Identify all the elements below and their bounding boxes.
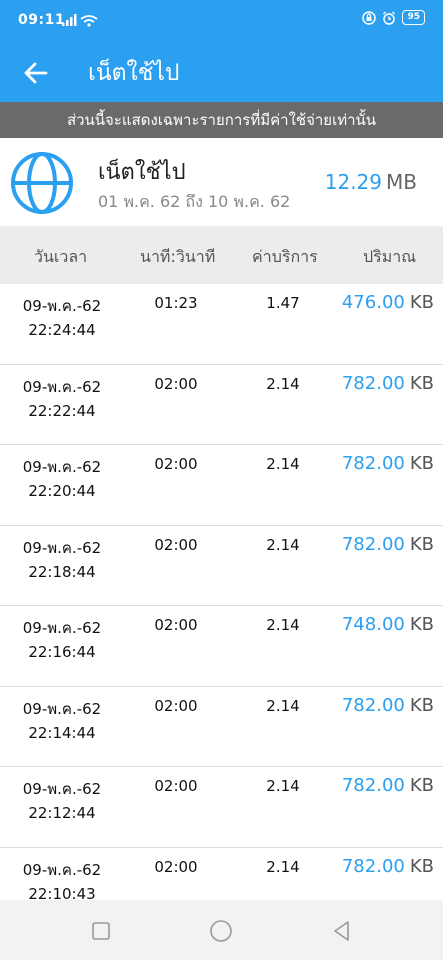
- row-duration: 02:00: [154, 857, 198, 876]
- row-datetime: 09-พ.ค.-62 22:20:44: [0, 455, 124, 503]
- table-row: 09-พ.ค.-62 22:20:44 02:00 2.14 782.00 KB: [0, 445, 443, 526]
- row-fee: 2.14: [266, 696, 300, 715]
- header-duration: นาที:วินาที: [140, 247, 216, 266]
- row-duration: 02:00: [154, 374, 198, 393]
- row-fee: 2.14: [266, 616, 300, 634]
- page-title: เน็ตใช้ไป: [88, 60, 180, 86]
- row-duration: 02:00: [154, 616, 198, 634]
- row-time: 22:22:44: [28, 401, 96, 420]
- signal-icon: [62, 14, 98, 27]
- usage-list[interactable]: 09-พ.ค.-62 22:24:44 01:23 1.47 476.00 KB 0…: [0, 284, 443, 900]
- row-amount: 748.00 KB: [342, 614, 434, 635]
- recent-apps-icon[interactable]: [88, 918, 114, 944]
- row-datetime: 09-พ.ค.-62 22:16:44: [0, 616, 124, 664]
- row-amount-unit: KB: [409, 614, 434, 635]
- summary-total-value: 12.29: [324, 170, 383, 194]
- row-date: 09-พ.ค.-62: [22, 297, 102, 315]
- status-bar: 09:11 95: [0, 0, 443, 44]
- row-time: 22:18:44: [28, 562, 96, 581]
- row-amount: 782.00 KB: [342, 856, 434, 877]
- table-row: 09-พ.ค.-62 22:18:44 02:00 2.14 782.00 KB: [0, 525, 443, 606]
- row-duration: 02:00: [154, 535, 198, 554]
- row-amount: 782.00 KB: [342, 695, 434, 716]
- row-amount-value: 782.00: [341, 775, 405, 796]
- header-amount: ปริมาณ: [363, 247, 417, 266]
- row-fee: 1.47: [266, 294, 300, 312]
- row-amount: 782.00 KB: [342, 373, 434, 394]
- row-time: 22:24:44: [28, 321, 96, 339]
- row-amount-value: 782.00: [341, 855, 405, 877]
- row-amount-unit: KB: [409, 292, 434, 313]
- table-row: 09-พ.ค.-62 22:10:43 02:00 2.14 782.00 KB: [0, 847, 443, 901]
- lock-icon: [362, 10, 377, 25]
- row-amount-unit: KB: [409, 694, 434, 716]
- row-datetime: 09-พ.ค.-62 22:22:44: [0, 375, 124, 423]
- row-duration: 01:23: [154, 294, 198, 312]
- row-time: 22:14:44: [28, 723, 96, 742]
- row-duration: 02:00: [154, 696, 198, 715]
- notice-banner: ส่วนนี้จะแสดงเฉพาะรายการที่มีค่าใช้จ่ายเ…: [0, 102, 443, 138]
- header-datetime: วันเวลา: [34, 247, 88, 266]
- row-date: 09-พ.ค.-62: [22, 619, 102, 637]
- table-row: 09-พ.ค.-62 22:12:44 02:00 2.14 782.00 KB: [0, 767, 443, 848]
- table-row: 09-พ.ค.-62 22:24:44 01:23 1.47 476.00 KB: [0, 284, 443, 365]
- row-duration: 02:00: [154, 455, 198, 473]
- row-fee: 2.14: [266, 535, 300, 554]
- row-datetime: 09-พ.ค.-62 22:10:43: [0, 858, 124, 901]
- row-fee: 2.14: [266, 455, 300, 473]
- row-duration: 02:00: [154, 777, 198, 795]
- table-row: 09-พ.ค.-62 22:14:44 02:00 2.14 782.00 KB: [0, 686, 443, 767]
- row-date: 09-พ.ค.-62: [22, 780, 102, 798]
- row-date: 09-พ.ค.-62: [22, 699, 102, 718]
- app-bar: เน็ตใช้ไป: [0, 44, 443, 102]
- table-row: 09-พ.ค.-62 22:16:44 02:00 2.14 748.00 KB: [0, 606, 443, 687]
- row-amount: 782.00 KB: [342, 453, 434, 474]
- row-fee: 2.14: [266, 777, 300, 795]
- row-amount: 782.00 KB: [342, 775, 434, 796]
- row-datetime: 09-พ.ค.-62 22:12:44: [0, 777, 124, 825]
- table-header: วันเวลา นาที:วินาที ค่าบริการ ปริมาณ: [0, 226, 443, 284]
- home-icon[interactable]: [208, 918, 234, 944]
- row-amount-value: 476.00: [341, 292, 405, 313]
- row-amount-value: 748.00: [341, 614, 405, 635]
- table-row: 09-พ.ค.-62 22:22:44 02:00 2.14 782.00 KB: [0, 364, 443, 445]
- status-time: 09:11: [18, 12, 66, 28]
- summary-total-unit: MB: [386, 170, 417, 194]
- summary-date-range: 01 พ.ค. 62 ถึง 10 พ.ค. 62: [98, 192, 291, 211]
- alarm-icon: [383, 11, 396, 25]
- row-time: 22:16:44: [28, 643, 96, 661]
- battery-icon: 95: [402, 10, 425, 25]
- row-date: 09-พ.ค.-62: [22, 377, 102, 396]
- row-amount: 782.00 KB: [342, 534, 434, 555]
- row-date: 09-พ.ค.-62: [22, 458, 102, 476]
- row-amount-unit: KB: [409, 533, 434, 555]
- summary-total: 12.29 MB: [325, 170, 417, 194]
- row-amount-unit: KB: [409, 855, 434, 877]
- row-amount-unit: KB: [409, 775, 434, 796]
- row-date: 09-พ.ค.-62: [22, 860, 102, 879]
- summary-title: เน็ตใช้ไป: [98, 160, 186, 185]
- system-nav-bar: [0, 900, 443, 960]
- row-fee: 2.14: [266, 857, 300, 876]
- row-amount: 476.00 KB: [342, 292, 434, 313]
- row-amount-value: 782.00: [341, 694, 405, 716]
- row-amount-unit: KB: [409, 372, 434, 394]
- row-amount-unit: KB: [409, 453, 434, 474]
- row-datetime: 09-พ.ค.-62 22:24:44: [0, 294, 124, 342]
- usage-summary: เน็ตใช้ไป 01 พ.ค. 62 ถึง 10 พ.ค. 62 12.2…: [0, 138, 443, 226]
- row-datetime: 09-พ.ค.-62 22:14:44: [0, 697, 124, 745]
- row-date: 09-พ.ค.-62: [22, 538, 102, 557]
- globe-icon: [11, 152, 73, 214]
- row-amount-value: 782.00: [341, 533, 405, 555]
- row-amount-value: 782.00: [341, 372, 405, 394]
- row-fee: 2.14: [266, 374, 300, 393]
- header-fee: ค่าบริการ: [252, 247, 318, 266]
- row-amount-value: 782.00: [341, 453, 405, 474]
- row-time: 22:12:44: [28, 804, 96, 822]
- row-datetime: 09-พ.ค.-62 22:18:44: [0, 536, 124, 584]
- back-icon[interactable]: [329, 918, 355, 944]
- row-time: 22:10:43: [28, 884, 96, 901]
- row-time: 22:20:44: [28, 482, 96, 500]
- back-arrow-icon[interactable]: [22, 59, 50, 87]
